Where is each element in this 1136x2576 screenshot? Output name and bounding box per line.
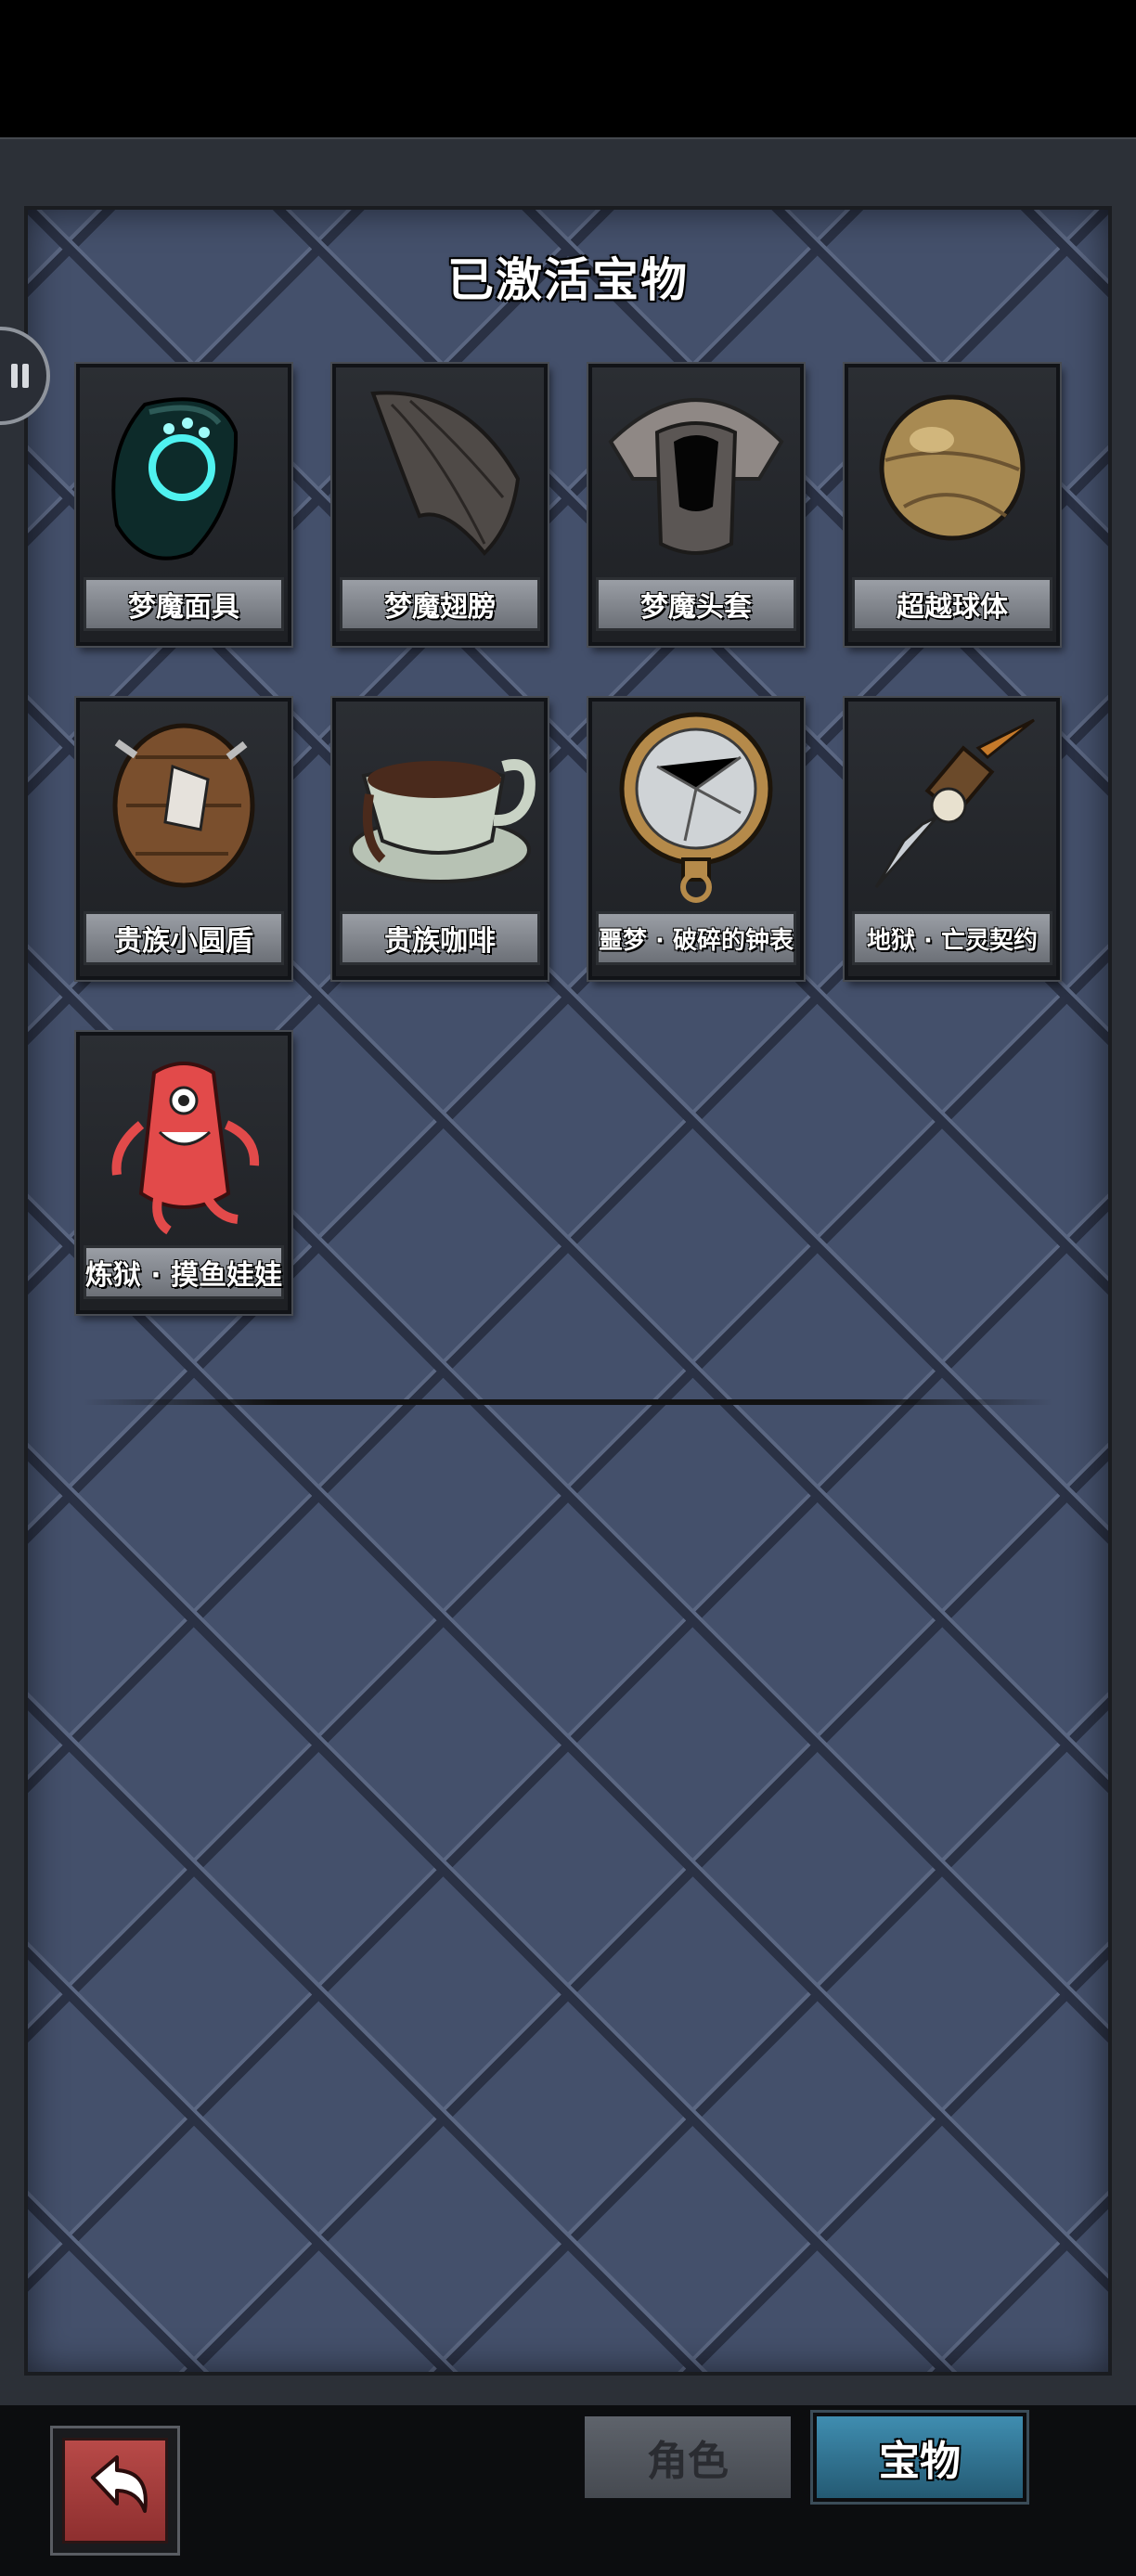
mask-icon [111, 397, 239, 560]
treasure-card[interactable]: 噩梦 · 破碎的钟表 [588, 698, 804, 980]
treasure-label: 梦魔翅膀 [340, 577, 540, 631]
panel-title: 已激活宝物 [447, 253, 689, 307]
treasure-card[interactable]: 炼狱 · 摸鱼娃娃 [76, 1032, 291, 1314]
treasure-label: 贵族小圆盾 [84, 911, 284, 965]
helmet-icon [608, 398, 784, 555]
red-doll-icon [111, 1062, 260, 1235]
treasure-card[interactable]: 贵族小圆盾 [76, 698, 291, 980]
treasure-label: 贵族咖啡 [340, 911, 540, 965]
pause-icon [11, 364, 30, 388]
treasure-label: 噩梦 · 破碎的钟表 [596, 911, 796, 965]
treasure-card[interactable]: 梦魔翅膀 [332, 364, 548, 646]
wing-icon [370, 391, 521, 556]
treasure-label: 炼狱 · 摸鱼娃娃 [84, 1245, 284, 1299]
shield-icon [112, 723, 255, 888]
treasure-card[interactable]: 超越球体 [845, 364, 1060, 646]
broken-watch-icon [619, 712, 773, 903]
divider [84, 1399, 1052, 1405]
return-arrow-icon [91, 2455, 148, 2513]
tab-role[interactable]: 角色 [581, 2413, 794, 2502]
sphere-icon [879, 394, 1026, 541]
treasure-card[interactable]: 梦魔头套 [588, 364, 804, 646]
status-bar [0, 0, 1136, 137]
treasure-card[interactable]: 地狱 · 亡灵契约 [845, 698, 1060, 980]
treasure-label: 地狱 · 亡灵契约 [852, 911, 1052, 965]
tab-treasure[interactable]: 宝物 [813, 2413, 1026, 2502]
treasure-card[interactable]: 贵族咖啡 [332, 698, 548, 980]
treasure-card[interactable]: 梦魔面具 [76, 364, 291, 646]
back-button[interactable] [50, 2426, 180, 2556]
treasure-label: 梦魔头套 [596, 577, 796, 631]
treasure-label: 超越球体 [852, 577, 1052, 631]
coffee-cup-icon [349, 759, 536, 883]
skull-dagger-icon [874, 718, 1035, 888]
treasure-label: 梦魔面具 [84, 577, 284, 631]
